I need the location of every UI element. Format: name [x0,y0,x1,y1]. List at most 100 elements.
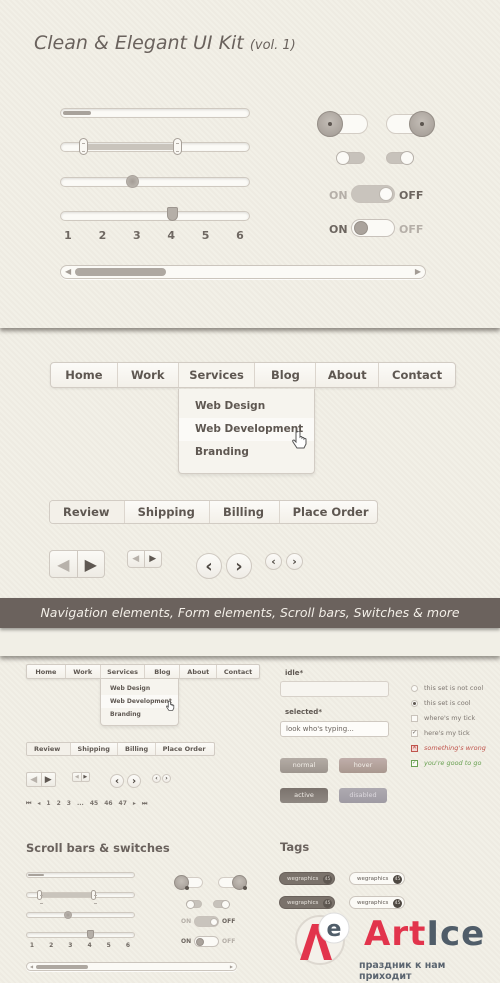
page-link[interactable]: 1 [46,800,50,808]
next-button[interactable]: ▶ [78,551,105,577]
switch-small-off[interactable] [336,151,365,165]
range-handle-high[interactable] [173,138,183,155]
dropdown-item[interactable]: Web Design [179,395,314,418]
tag-chip[interactable]: wegraphics 45 [279,872,335,885]
page-link[interactable]: 2 [57,800,61,808]
labeled-switch-1[interactable] [351,185,395,203]
scroll-left-icon[interactable]: ◀ [30,963,33,970]
labeled-switch-2[interactable] [194,936,219,947]
labeled-switch-2[interactable] [351,219,395,237]
radio-icon[interactable] [411,699,418,707]
step-billing[interactable]: Billing [118,743,156,755]
step-review[interactable]: Review [27,743,71,755]
step-review[interactable]: Review [50,501,125,523]
range-handle-low[interactable] [79,138,89,155]
range-handle-low[interactable] [37,890,44,904]
idle-input[interactable] [280,681,389,697]
checkbox-option[interactable]: ✕ something's wrong [411,744,486,752]
stepped-slider-handle[interactable] [87,930,95,939]
step-shipping[interactable]: Shipping [71,743,119,755]
switch-small-on[interactable] [213,899,230,909]
prev-button-small[interactable]: ◀ [128,551,145,567]
small-circle-prev-button[interactable]: ‹ [152,774,161,783]
circle-next-button[interactable]: › [226,553,252,579]
nav-item-about[interactable]: About [316,363,380,387]
switch-small-on[interactable] [386,151,414,165]
tag-chip[interactable]: wegraphics 45 [349,872,405,885]
next-page-icon[interactable]: ▸ [133,800,136,808]
checkbox-icon[interactable] [411,714,418,722]
step-shipping[interactable]: Shipping [125,501,211,523]
page-link[interactable]: 3 [67,800,71,808]
small-circle-next-button[interactable]: › [286,553,303,570]
prev-button[interactable]: ◀ [27,773,42,786]
switch-big-on[interactable] [386,111,435,137]
nav-item-services[interactable]: Services [100,665,146,678]
next-button-small[interactable]: ▶ [145,551,161,567]
nav-item-contact[interactable]: Contact [379,363,455,387]
mini-horizontal-scrollbar[interactable]: ◀ ▶ [26,962,237,971]
nav-item-blog[interactable]: Blog [145,665,181,678]
step-place-order[interactable]: Place Order [280,501,377,523]
page-link[interactable]: 46 [104,800,112,808]
switch-big-off[interactable] [174,875,203,890]
tag-chip[interactable]: wegraphics 45 [279,896,335,909]
nav-item-work[interactable]: Work [118,363,179,387]
circle-prev-button[interactable]: ‹ [196,553,222,579]
nav-item-blog[interactable]: Blog [255,363,317,387]
radio-icon[interactable] [411,684,418,692]
circle-next-button[interactable]: › [127,774,141,788]
nav-item-about[interactable]: About [180,665,218,678]
scroll-right-icon[interactable]: ▶ [415,267,421,277]
checkbox-icon[interactable]: ✕ [411,744,418,752]
switch-big-on[interactable] [218,875,247,890]
active-button[interactable]: active [280,788,328,803]
scroll-thumb[interactable] [36,964,89,969]
labeled-switch-1[interactable] [194,916,219,927]
switch-big-off[interactable] [317,111,368,137]
last-page-icon[interactable]: ⏭ [142,800,147,808]
dropdown-item[interactable]: Web Design [101,682,178,695]
small-circle-next-button[interactable]: › [162,774,171,783]
nav-item-home[interactable]: Home [27,665,66,678]
nav-item-home[interactable]: Home [51,363,118,387]
circle-prev-button[interactable]: ‹ [110,774,124,788]
radio-option[interactable]: this set is not cool [411,684,483,692]
range-handle-high[interactable] [90,890,97,904]
range-slider[interactable] [60,138,250,155]
checkbox-icon[interactable]: ✓ [411,729,418,737]
nav-item-work[interactable]: Work [66,665,101,678]
page-link[interactable]: 45 [90,800,98,808]
next-button[interactable]: ▶ [42,773,56,786]
single-slider[interactable] [60,175,250,188]
prev-button-small[interactable]: ◀ [73,773,82,781]
mini-single-slider[interactable] [26,911,135,919]
scroll-right-icon[interactable]: ▶ [230,963,233,970]
mini-stepped-slider[interactable] [26,930,135,939]
slider-handle[interactable] [125,175,139,188]
mini-range-slider[interactable] [26,890,135,904]
nav-item-contact[interactable]: Contact [217,665,259,678]
tag-chip[interactable]: wegraphics 45 [349,896,405,909]
stepped-slider[interactable] [60,207,250,221]
disabled-button[interactable]: disabled [339,788,387,803]
stepped-slider-handle[interactable] [167,207,179,221]
normal-button[interactable]: normal [280,758,328,773]
nav-item-services[interactable]: Services [178,363,256,387]
horizontal-scrollbar[interactable]: ◀ ▶ [60,265,426,279]
prev-page-icon[interactable]: ◂ [37,800,40,808]
radio-option[interactable]: this set is cool [411,699,471,707]
step-place-order[interactable]: Place Order [156,743,214,755]
slider-handle[interactable] [63,911,72,919]
checkbox-option[interactable]: ✓ here's my tick [411,729,470,737]
checkbox-icon[interactable]: ✓ [411,759,418,767]
first-page-icon[interactable]: ⏮ [26,800,31,808]
switch-small-off[interactable] [186,899,202,909]
scroll-left-icon[interactable]: ◀ [65,267,71,277]
checkbox-option[interactable]: ✓ you're good to go [411,759,481,767]
prev-button[interactable]: ◀ [50,551,78,577]
scroll-thumb[interactable] [75,268,166,276]
step-billing[interactable]: Billing [210,501,280,523]
selected-input[interactable] [280,721,389,737]
checkbox-option[interactable]: where's my tick [411,714,475,722]
